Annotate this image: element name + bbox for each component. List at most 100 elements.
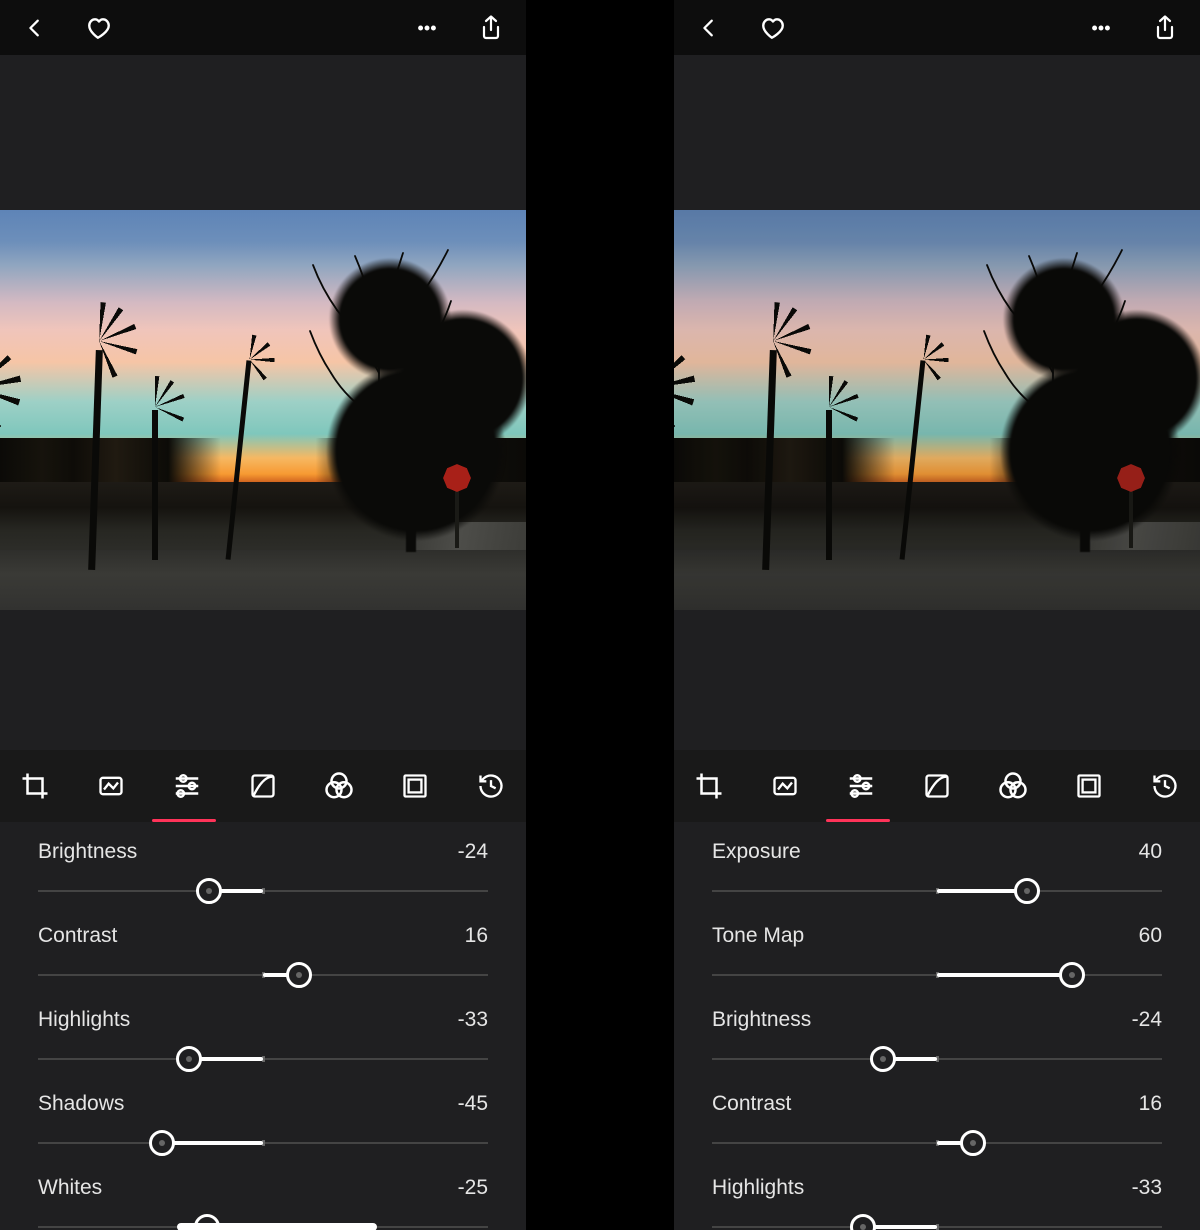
slider-track[interactable] <box>712 962 1162 988</box>
slider-row: Highlights -33 <box>712 1176 1162 1230</box>
slider-track[interactable] <box>712 1046 1162 1072</box>
exposure-icon <box>771 772 799 800</box>
tool-row <box>674 750 1200 822</box>
favorite-button[interactable] <box>84 13 114 43</box>
adjust-tool[interactable] <box>844 769 878 803</box>
slider-value: -33 <box>458 1008 488 1032</box>
history-tool[interactable] <box>474 769 508 803</box>
slider-value: 40 <box>1139 840 1162 864</box>
active-tool-indicator <box>826 819 890 822</box>
tool-row <box>0 750 526 822</box>
sliders-icon <box>172 771 202 801</box>
slider-thumb[interactable] <box>176 1046 202 1072</box>
slider-thumb[interactable] <box>149 1130 175 1156</box>
slider-row: Tone Map60 <box>712 924 1162 988</box>
slider-panel: Brightness -24 Contrast 16 Highlights -33 S… <box>0 822 526 1230</box>
slider-value: -25 <box>458 1176 488 1200</box>
exposure-tool[interactable] <box>768 769 802 803</box>
share-icon <box>1153 15 1177 41</box>
history-icon <box>1151 772 1179 800</box>
back-button[interactable] <box>20 13 50 43</box>
frame-tool[interactable] <box>398 769 432 803</box>
sliders-icon <box>846 771 876 801</box>
slider-value: -24 <box>1132 1008 1162 1032</box>
slider-row: Brightness -24 <box>38 840 488 904</box>
photo-preview[interactable] <box>0 210 526 610</box>
favorite-button[interactable] <box>758 13 788 43</box>
top-bar <box>0 0 526 55</box>
slider-track[interactable] <box>38 1214 488 1230</box>
slider-value: 16 <box>1139 1092 1162 1116</box>
share-button[interactable] <box>1150 13 1180 43</box>
slider-thumb[interactable] <box>870 1046 896 1072</box>
slider-label: Whites <box>38 1176 102 1200</box>
heart-icon <box>760 15 786 41</box>
slider-track[interactable] <box>38 878 488 904</box>
slider-value: -33 <box>1132 1176 1162 1200</box>
history-tool[interactable] <box>1148 769 1182 803</box>
slider-row: Whites -25 <box>38 1176 488 1230</box>
slider-value: -45 <box>458 1092 488 1116</box>
slider-track[interactable] <box>38 1046 488 1072</box>
color-tool[interactable] <box>996 769 1030 803</box>
slider-track[interactable] <box>38 1130 488 1156</box>
slider-label: Contrast <box>712 1092 791 1116</box>
frame-icon <box>1075 772 1103 800</box>
crop-icon <box>20 771 50 801</box>
chevron-left-icon <box>24 17 46 39</box>
active-tool-indicator <box>152 819 216 822</box>
slider-track[interactable] <box>712 1130 1162 1156</box>
heart-icon <box>86 15 112 41</box>
phone-right: ProRAW Exposure40 Tone Map60 B <box>674 0 1200 1230</box>
venn-icon <box>998 771 1028 801</box>
share-icon <box>479 15 503 41</box>
curves-tool[interactable] <box>246 769 280 803</box>
slider-thumb[interactable] <box>1014 878 1040 904</box>
curves-icon <box>923 772 951 800</box>
slider-label: Brightness <box>38 840 137 864</box>
curves-tool[interactable] <box>920 769 954 803</box>
back-button[interactable] <box>694 13 724 43</box>
slider-label: Contrast <box>38 924 117 948</box>
more-icon <box>1087 17 1115 39</box>
adjust-tool[interactable] <box>170 769 204 803</box>
more-icon <box>413 17 441 39</box>
photo-preview[interactable] <box>674 210 1200 610</box>
slider-thumb[interactable] <box>850 1214 876 1230</box>
crop-icon <box>694 771 724 801</box>
color-tool[interactable] <box>322 769 356 803</box>
slider-panel: Exposure 40 Tone Map60 Brightness -24 Cont… <box>674 822 1200 1230</box>
slider-label: Brightness <box>712 1008 811 1032</box>
slider-row: Highlights -33 <box>38 1008 488 1072</box>
photo-stage <box>0 55 526 750</box>
slider-row: Exposure 40 <box>712 840 1162 904</box>
slider-thumb[interactable] <box>960 1130 986 1156</box>
venn-icon <box>324 771 354 801</box>
curves-icon <box>249 772 277 800</box>
more-button[interactable] <box>412 13 442 43</box>
chevron-left-icon <box>698 17 720 39</box>
slider-track[interactable] <box>712 1214 1162 1230</box>
slider-label: Exposure <box>712 840 801 864</box>
slider-label: Highlights <box>712 1176 804 1200</box>
slider-row: Shadows -45 <box>38 1092 488 1156</box>
frame-tool[interactable] <box>1072 769 1106 803</box>
slider-label: Highlights <box>38 1008 130 1032</box>
exposure-icon <box>97 772 125 800</box>
slider-track[interactable] <box>712 878 1162 904</box>
slider-track[interactable] <box>38 962 488 988</box>
slider-thumb[interactable] <box>1059 962 1085 988</box>
crop-tool[interactable] <box>692 769 726 803</box>
slider-value: 16 <box>465 924 488 948</box>
slider-thumb[interactable] <box>196 878 222 904</box>
slider-row: Contrast 16 <box>38 924 488 988</box>
exposure-tool[interactable] <box>94 769 128 803</box>
more-button[interactable] <box>1086 13 1116 43</box>
photo-stage <box>674 55 1200 750</box>
share-button[interactable] <box>476 13 506 43</box>
slider-row: Brightness -24 <box>712 1008 1162 1072</box>
slider-label: Shadows <box>38 1092 124 1116</box>
slider-value: -24 <box>458 840 488 864</box>
slider-thumb[interactable] <box>286 962 312 988</box>
crop-tool[interactable] <box>18 769 52 803</box>
